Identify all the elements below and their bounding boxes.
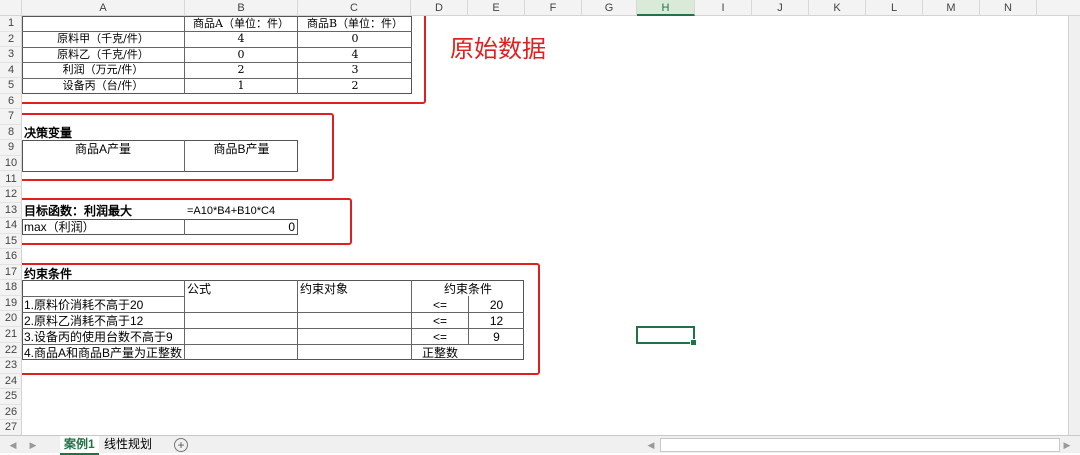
row-header-6[interactable]: 6 <box>0 94 22 110</box>
row-header-4[interactable]: 4 <box>0 63 22 79</box>
row-header-9[interactable]: 9 <box>0 140 22 156</box>
worksheet-grid[interactable]: 商品A（单位：件） 商品B（单位：件） 原料甲（千克/件） 4 0 原料乙（千克… <box>22 16 1068 435</box>
row-header-18[interactable]: 18 <box>0 280 22 296</box>
row-header-10[interactable]: 10 <box>0 156 22 172</box>
row-header-20[interactable]: 20 <box>0 311 22 327</box>
column-header-l[interactable]: L <box>866 0 923 16</box>
column-header-k[interactable]: K <box>809 0 866 16</box>
row-header-bar: 1 2 3 4 5 6 7 8 9 10 11 12 13 14 15 16 17 18 19 20 21 22 23 24 2… <box>0 16 22 436</box>
raw-data-annotation: 原始数据 <box>450 36 546 63</box>
row-header-26[interactable]: 26 <box>0 405 22 421</box>
row-header-8[interactable]: 8 <box>0 125 22 141</box>
column-header-h[interactable]: H <box>637 0 695 16</box>
row-header-27[interactable]: 27 <box>0 420 22 436</box>
scroll-right-icon[interactable]: ▶ <box>1060 438 1074 452</box>
column-header-j[interactable]: J <box>752 0 809 16</box>
sheet-tab-bar: ◀ ▶ 案例1 线性规划 + ◀ ▶ <box>0 435 1080 455</box>
row-header-17[interactable]: 17 <box>0 265 22 281</box>
next-sheet-icon[interactable]: ▶ <box>26 438 40 452</box>
select-all-corner[interactable] <box>0 0 22 16</box>
row-header-1[interactable]: 1 <box>0 16 22 32</box>
column-header-m[interactable]: M <box>923 0 980 16</box>
sheet-tab-linear-programming[interactable]: 线性规划 <box>100 436 156 453</box>
row-header-24[interactable]: 24 <box>0 374 22 390</box>
raw-data-highlight-box <box>22 16 426 104</box>
column-header-f[interactable]: F <box>525 0 582 16</box>
prev-sheet-icon[interactable]: ◀ <box>6 438 20 452</box>
row-header-11[interactable]: 11 <box>0 172 22 187</box>
column-header-bar: A B C D E F G H I J K L M N <box>0 0 1080 16</box>
column-header-g[interactable]: G <box>582 0 637 16</box>
column-header-d[interactable]: D <box>411 0 468 16</box>
row-header-14[interactable]: 14 <box>0 218 22 234</box>
row-header-3[interactable]: 3 <box>0 47 22 63</box>
selected-cell[interactable] <box>636 326 697 346</box>
column-header-c[interactable]: C <box>298 0 411 16</box>
decision-highlight-box <box>22 113 334 181</box>
row-header-5[interactable]: 5 <box>0 78 22 94</box>
row-header-16[interactable]: 16 <box>0 249 22 265</box>
constraints-highlight-box <box>22 263 540 375</box>
row-header-15[interactable]: 15 <box>0 234 22 250</box>
row-header-12[interactable]: 12 <box>0 187 22 203</box>
row-header-2[interactable]: 2 <box>0 32 22 48</box>
row-header-19[interactable]: 19 <box>0 296 22 312</box>
column-header-e[interactable]: E <box>468 0 525 16</box>
column-header-i[interactable]: I <box>695 0 752 16</box>
row-header-13[interactable]: 13 <box>0 203 22 219</box>
column-header-n[interactable]: N <box>980 0 1037 16</box>
row-header-22[interactable]: 22 <box>0 343 22 359</box>
horizontal-scrollbar[interactable] <box>660 438 1060 452</box>
column-header-b[interactable]: B <box>185 0 298 16</box>
row-header-25[interactable]: 25 <box>0 389 22 405</box>
sheet-tab-case1[interactable]: 案例1 <box>60 436 99 455</box>
row-header-21[interactable]: 21 <box>0 327 22 343</box>
objective-highlight-box <box>22 198 352 245</box>
add-sheet-icon[interactable]: + <box>174 438 188 452</box>
row-header-7[interactable]: 7 <box>0 109 22 125</box>
vertical-scrollbar[interactable] <box>1068 16 1080 435</box>
row-header-23[interactable]: 23 <box>0 358 22 374</box>
scroll-left-icon[interactable]: ◀ <box>644 438 658 452</box>
column-header-a[interactable]: A <box>22 0 185 16</box>
